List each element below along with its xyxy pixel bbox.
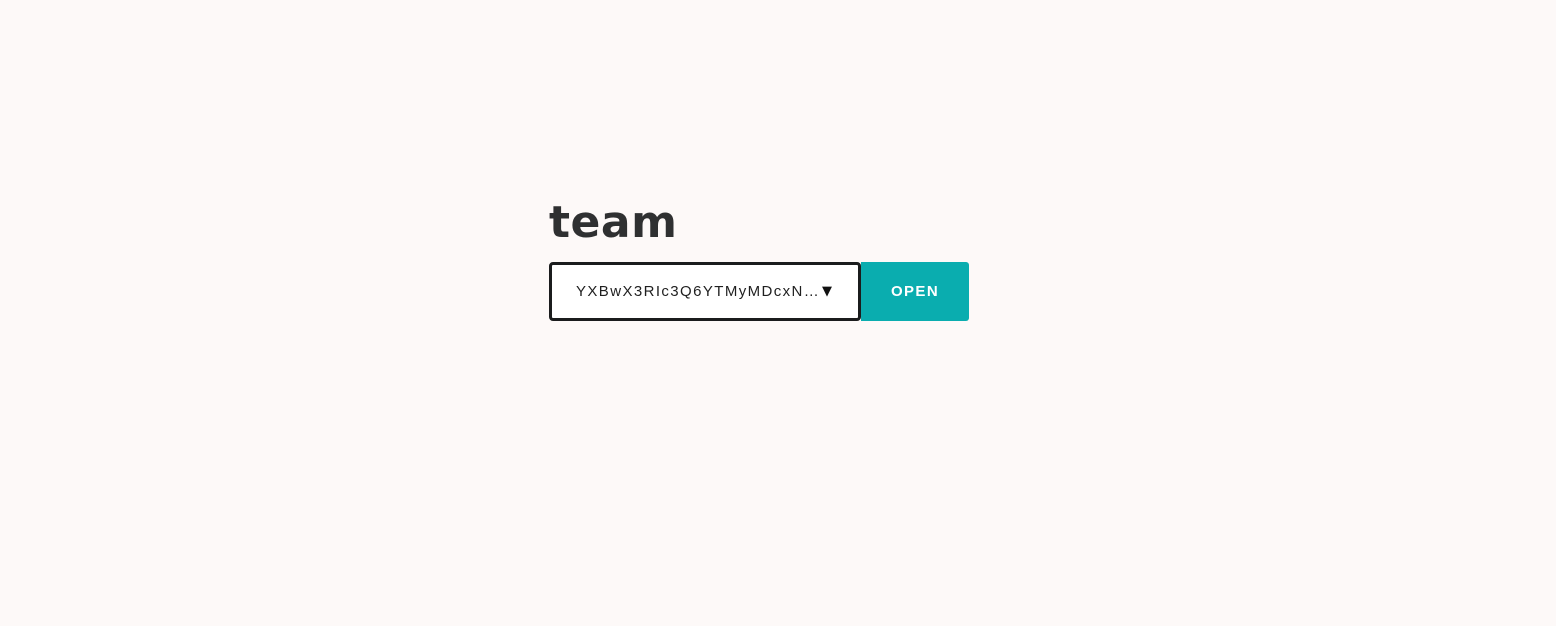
open-button[interactable]: OPEN [861,262,969,321]
team-panel: team YXBwX3RIc3Q6YTMyMDcxNTY ▼ OPEN [549,196,969,321]
team-select[interactable]: YXBwX3RIc3Q6YTMyMDcxNTY ▼ [549,262,861,321]
page: { "page": { "title": "team" }, "team_sel… [0,0,1556,626]
team-select-row: YXBwX3RIc3Q6YTMyMDcxNTY ▼ OPEN [549,262,969,321]
team-select-value: YXBwX3RIc3Q6YTMyMDcxNTY [576,283,820,300]
page-title: team [549,197,678,248]
chevron-down-icon: ▼ [822,284,832,299]
